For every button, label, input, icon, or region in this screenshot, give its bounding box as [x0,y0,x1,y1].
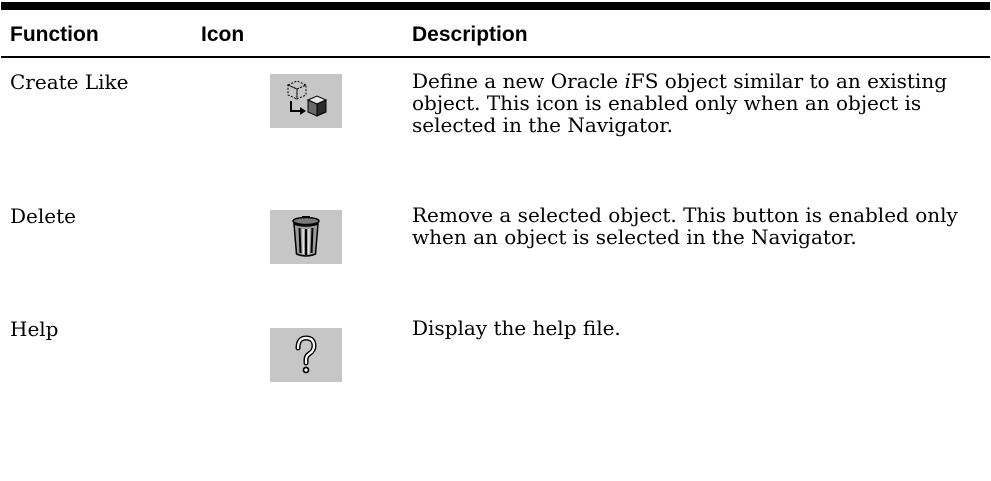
question-mark-icon [270,328,342,382]
table-header: Function Icon Description [0,10,991,58]
description-text: Define a new Oracle [412,69,625,93]
function-description: Remove a selected object. This button is… [412,203,958,249]
column-header-icon: Icon [201,23,245,46]
function-name: Help [10,317,59,341]
table-header-rule [1,56,990,58]
function-name: Delete [10,204,76,228]
table-top-rule [1,2,990,10]
function-name: Create Like [10,70,129,94]
column-header-function: Function [10,23,99,46]
create-like-icon [270,74,342,128]
function-description: Define a new Oracle iFS object similar t… [412,70,990,136]
trash-can-icon [270,210,342,264]
column-header-description: Description [412,23,528,46]
function-description: Display the help file. [412,316,621,340]
